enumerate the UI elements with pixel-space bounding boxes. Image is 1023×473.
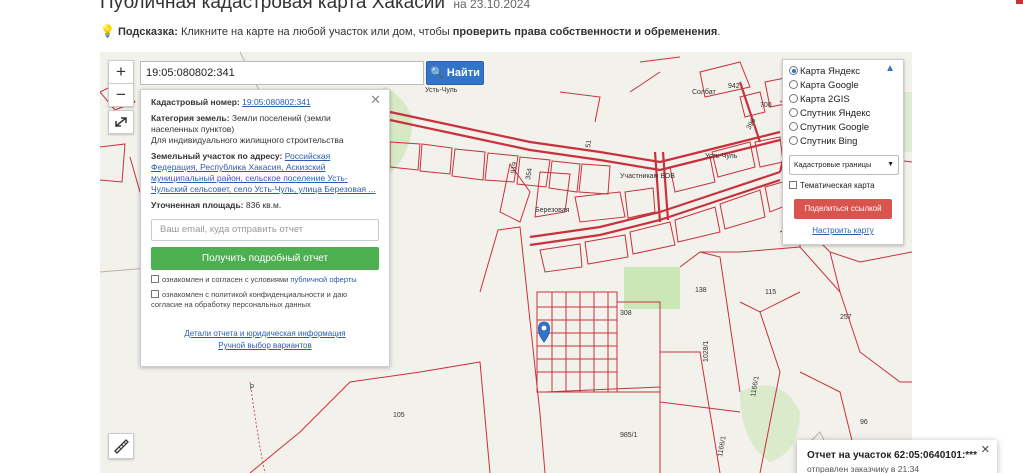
- layer-option[interactable]: Карта Google: [789, 79, 897, 93]
- offer-consent-text: ознакомлен и согласен с условиями: [162, 275, 291, 284]
- layer-option-label: Карта Яндекс: [800, 66, 861, 77]
- layer-radio[interactable]: [789, 136, 798, 145]
- close-icon[interactable]: ✕: [981, 443, 990, 456]
- search-button[interactable]: 🔍 Найти: [426, 61, 484, 85]
- parcel-info-card: ✕ Кадастровый номер: 19:05:080802:341 Ка…: [140, 89, 390, 367]
- layer-radio[interactable]: [789, 80, 798, 89]
- search-input[interactable]: 19:05:080802:341: [140, 61, 424, 85]
- cadastral-number-row: Кадастровый номер: 19:05:080802:341: [151, 97, 379, 108]
- map-label-vov: Участникам ВОВ: [620, 173, 675, 180]
- page-date: на 23.10.2024: [453, 0, 531, 11]
- address-label: Земельный участок по адресу:: [151, 151, 283, 161]
- layer-options: Карта Яндекс Карта Google Карта 2GIS Спутни…: [789, 65, 897, 149]
- land-category-row: Категория земель: Земли поселений (земли…: [151, 113, 379, 146]
- page-header: Публичная кадастровая карта Хакасии на 2…: [100, 0, 530, 18]
- layer-radio[interactable]: [789, 108, 798, 117]
- map-label-solbat: Солбат: [692, 88, 716, 96]
- thematic-map-checkbox[interactable]: [789, 181, 797, 189]
- public-offer-link[interactable]: публичной оферты: [290, 275, 356, 284]
- address-row: Земельный участок по адресу: Российская …: [151, 151, 379, 195]
- offer-consent-row: ознакомлен и согласен с условиями публич…: [151, 275, 379, 285]
- land-usage-value: Для индивидуального жилищного строительс…: [151, 135, 344, 145]
- map-label-115: 115: [765, 289, 776, 296]
- privacy-consent-text: ознакомлен с политикой конфиденциальност…: [151, 290, 348, 309]
- card-bottom-links: Детали отчета и юридическая информация Р…: [151, 328, 379, 352]
- toast-subtitle: отправлен заказчику в 21:34: [807, 464, 920, 473]
- hint-end: .: [717, 26, 721, 38]
- chevron-up-icon[interactable]: ▲: [885, 63, 895, 74]
- privacy-consent-checkbox[interactable]: [151, 290, 159, 298]
- layer-radio[interactable]: [789, 66, 798, 75]
- layer-option[interactable]: Спутник Google: [789, 121, 897, 135]
- layer-option-label: Спутник Яндекс: [800, 108, 871, 119]
- details-link[interactable]: Детали отчета и юридическая информация: [151, 328, 379, 340]
- layer-radio[interactable]: [789, 122, 798, 131]
- hint-label: Подсказка:: [117, 26, 178, 38]
- layer-option-label: Спутник Google: [800, 122, 870, 133]
- manual-select-link[interactable]: Ручной выбор вариантов: [151, 340, 379, 352]
- map-label-1028: 1028/1: [703, 340, 710, 362]
- offer-consent-checkbox[interactable]: [151, 275, 159, 283]
- close-icon[interactable]: ✕: [370, 92, 381, 108]
- hint-bold: проверить права собственности и обремене…: [452, 26, 718, 38]
- layer-option[interactable]: Карта 2GIS: [789, 93, 897, 107]
- lightbulb-icon: 💡: [100, 24, 115, 38]
- map-label-ust-chul-road: Усть-Чуль: [425, 87, 458, 94]
- land-category-label: Категория земель:: [151, 113, 230, 123]
- map-label-138: 138: [695, 287, 707, 294]
- area-value: 836 кв.м.: [245, 200, 282, 210]
- layer-select[interactable]: Кадастровые границы ▼: [789, 155, 899, 175]
- layer-panel: ▲ Карта Яндекс Карта Google Карта 2GIS Спут…: [782, 59, 904, 245]
- layer-option[interactable]: Спутник Bing: [789, 135, 897, 149]
- report-toast: ✕ Отчет на участок 62:05:0640101:*** отп…: [797, 440, 997, 473]
- fullscreen-icon: [115, 117, 127, 127]
- map-label-942: 942: [728, 83, 740, 90]
- layer-option-label: Спутник Bing: [800, 136, 858, 147]
- map-label-p: р: [250, 383, 254, 390]
- get-report-button[interactable]: Получить подробный отчет: [151, 247, 379, 270]
- page-title: Публичная кадастровая карта Хакасии: [100, 0, 445, 13]
- area-label: Уточненная площадь:: [151, 200, 244, 210]
- search-icon: 🔍: [430, 67, 444, 79]
- configure-map-link[interactable]: Настроить карту: [812, 226, 873, 235]
- map-label-308: 308: [620, 310, 632, 317]
- map-label-105: 105: [393, 412, 405, 419]
- hint-text: Кликните на карте на любой участок или д…: [177, 26, 453, 38]
- email-field[interactable]: Ваш email, куда отправить отчет: [151, 219, 379, 241]
- layer-option[interactable]: Карта Яндекс: [789, 65, 897, 79]
- privacy-consent-row: ознакомлен с политикой конфиденциальност…: [151, 290, 379, 310]
- zoom-out-button[interactable]: −: [108, 83, 134, 107]
- ruler-icon: [114, 439, 129, 454]
- page: Публичная кадастровая карта Хакасии на 2…: [0, 0, 1023, 473]
- zoom-in-button[interactable]: +: [108, 60, 134, 84]
- thematic-map-label: Тематическая карта: [800, 181, 875, 190]
- map-label-berezovaya: Березовая: [535, 207, 570, 214]
- share-link-button[interactable]: Поделиться ссылкой: [794, 199, 892, 219]
- map-label-96: 96: [860, 419, 868, 426]
- hint: 💡 Подсказка: Кликните на карте на любой у…: [100, 24, 720, 38]
- cadastral-number-label: Кадастровый номер:: [151, 97, 240, 107]
- toast-title: Отчет на участок 62:05:0640101:***: [807, 450, 987, 461]
- layer-select-value: Кадастровые границы: [794, 160, 872, 169]
- layer-option-label: Карта 2GIS: [800, 94, 850, 105]
- map-label-51: 51: [585, 139, 593, 148]
- map-label-257: 257: [840, 314, 852, 321]
- map-label-985: 985/1: [620, 432, 638, 439]
- search-button-label: Найти: [446, 67, 480, 79]
- fullscreen-button[interactable]: [108, 110, 134, 134]
- layer-option-label: Карта Google: [800, 80, 859, 91]
- area-row: Уточненная площадь: 836 кв.м.: [151, 200, 379, 211]
- edge-marker: [1016, 0, 1023, 4]
- thematic-map-row: Тематическая карта: [789, 181, 897, 191]
- toast-text: Отчет на участок: [807, 450, 895, 461]
- map-label-700: 700: [760, 102, 772, 109]
- map-label-ust-chul: Усть-Чуль: [705, 153, 738, 160]
- cadastral-number-link[interactable]: 19:05:080802:341: [242, 97, 311, 107]
- layer-radio[interactable]: [789, 94, 798, 103]
- layer-option[interactable]: Спутник Яндекс: [789, 107, 897, 121]
- toast-number: 62:05:0640101:***: [894, 450, 977, 461]
- chevron-down-icon: ▼: [887, 161, 894, 168]
- ruler-button[interactable]: [108, 433, 134, 459]
